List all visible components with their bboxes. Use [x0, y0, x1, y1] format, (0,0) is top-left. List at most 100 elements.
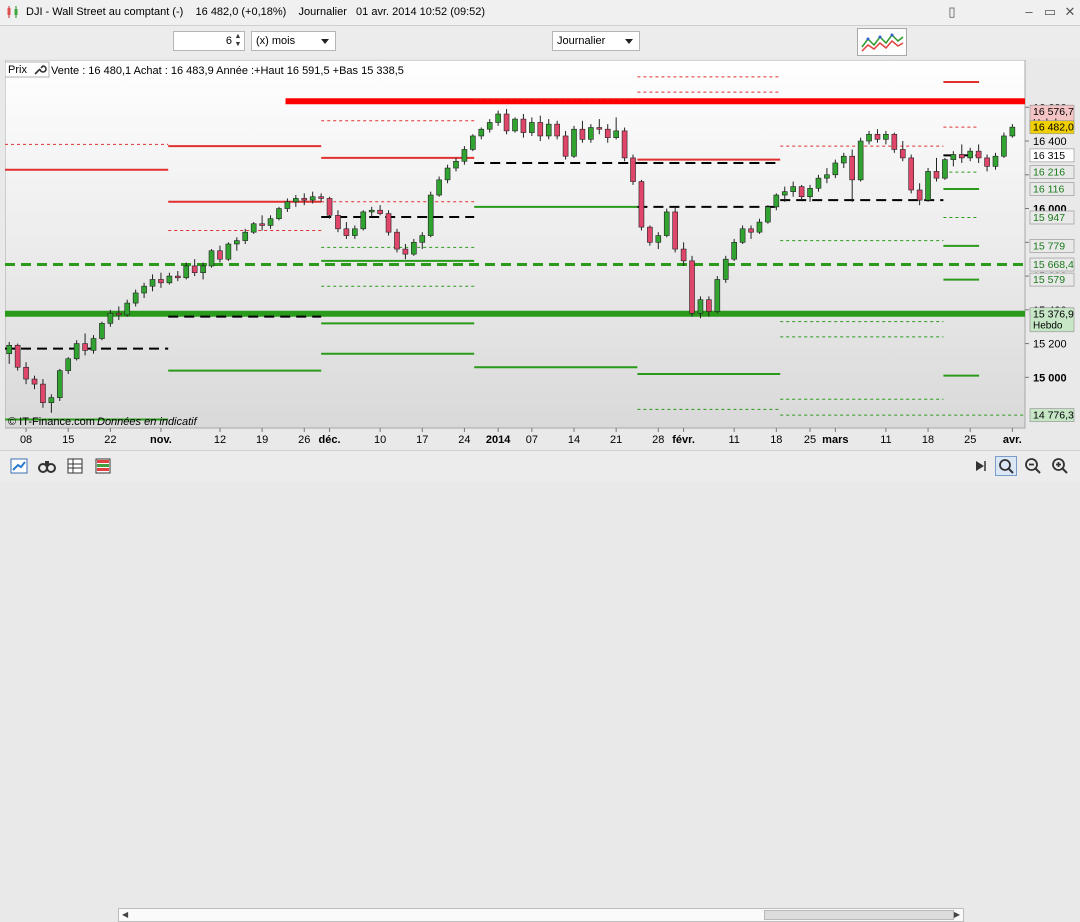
value-tag: 16 315: [1029, 148, 1075, 163]
svg-text:15 947: 15 947: [1033, 212, 1065, 224]
candle: [765, 205, 771, 224]
color-table-icon[interactable]: [94, 457, 112, 475]
svg-text:15 668,4: 15 668,4: [1033, 259, 1074, 271]
candle: [630, 154, 636, 185]
candle: [621, 127, 628, 162]
y-tick-label: 15 000: [1033, 372, 1067, 384]
scroll-right-icon[interactable]: ▶: [954, 910, 960, 919]
restore-button[interactable]: ▭: [1042, 4, 1058, 20]
price-chart[interactable]: 15 00015 20015 40015 60015 80016 00016 2…: [4, 59, 1075, 450]
candle: [276, 206, 282, 221]
x-tick-label: 21: [610, 434, 622, 446]
x-tick-label: 26: [298, 434, 310, 446]
x-tick-label: 18: [922, 434, 934, 446]
candle: [672, 206, 678, 253]
indicators-button[interactable]: [857, 28, 907, 56]
svg-text:Hebdo: Hebdo: [1033, 321, 1063, 332]
value-tag: 15 376,9Hebdo: [1029, 307, 1075, 333]
toolbar: [0, 26, 1080, 58]
value-tag: 15 947: [1029, 210, 1075, 225]
candle: [1001, 132, 1007, 158]
candle: [470, 134, 476, 152]
x-tick-label: 24: [458, 434, 470, 446]
x-tick-label: 25: [804, 434, 816, 446]
candle: [942, 157, 948, 180]
disclaimer-text: Données en indicatif: [97, 416, 198, 428]
x-tick-label: 12: [214, 434, 226, 446]
scroll-left-icon[interactable]: ◀: [122, 910, 128, 919]
candle: [225, 242, 232, 261]
value-tag: 15 668,4: [1029, 257, 1075, 272]
x-tick-label: 07: [526, 434, 538, 446]
chevron-down-icon: [625, 39, 633, 44]
value-tag: 14 776,3: [1029, 408, 1075, 422]
value-tag: 15 779: [1029, 239, 1075, 253]
svg-text:16 482,0: 16 482,0: [1033, 122, 1074, 134]
candle: [250, 222, 257, 234]
stepper-arrows-icon[interactable]: ▲ ▼: [233, 33, 243, 49]
candle: [99, 321, 105, 341]
minimize-button[interactable]: –: [1021, 4, 1037, 20]
play-forward-icon[interactable]: [974, 457, 986, 475]
value-tag: 15 579: [1029, 272, 1075, 287]
x-tick-label: 22: [104, 434, 116, 446]
x-tick-label: déc.: [319, 434, 341, 446]
period-stepper[interactable]: 6 ▲ ▼: [173, 31, 245, 51]
y-tick-label: 15 200: [1033, 339, 1067, 351]
candle: [385, 210, 392, 236]
x-tick-label: 11: [880, 434, 891, 446]
candle: [14, 343, 21, 371]
timeframe-select[interactable]: Journalier: [552, 31, 640, 51]
svg-text:14 776,3: 14 776,3: [1033, 410, 1074, 422]
candle: [571, 125, 577, 158]
period-unit-select[interactable]: (x) mois: [251, 31, 336, 51]
quote-line: Vente : 16 480,1 Achat : 16 483,9 Année …: [51, 65, 404, 77]
plot-background: [4, 59, 1026, 429]
candle: [663, 208, 670, 238]
x-tick-label: nov.: [150, 434, 172, 446]
value-tag: 16 482,0: [1029, 120, 1075, 135]
candle: [908, 154, 914, 194]
svg-text:15 779: 15 779: [1033, 240, 1065, 252]
x-tick-label: 08: [20, 434, 32, 446]
candle: [208, 249, 215, 268]
candle: [427, 191, 434, 238]
candle: [925, 168, 931, 202]
x-tick-label: 19: [256, 434, 268, 446]
title-bar: DJI - Wall Street au comptant (-) 16 482…: [0, 0, 1080, 26]
horizontal-scrollbar[interactable]: ◀ ▶: [118, 908, 964, 922]
svg-text:15 376,9: 15 376,9: [1033, 309, 1074, 321]
x-tick-label: 11: [728, 434, 739, 446]
binoculars-icon[interactable]: [38, 457, 56, 475]
x-tick-label: 25: [964, 434, 976, 446]
zoom-out-icon[interactable]: [1024, 457, 1042, 475]
period-value: 6: [225, 35, 232, 47]
svg-text:15 579: 15 579: [1033, 274, 1065, 286]
zoom-fit-icon[interactable]: [995, 456, 1017, 476]
candle: [360, 210, 367, 231]
candle: [722, 255, 729, 283]
candle: [512, 117, 518, 133]
x-tick-label: 14: [568, 434, 580, 446]
candle: [56, 368, 63, 401]
zoom-in-icon[interactable]: [1051, 457, 1069, 475]
pin-icon[interactable]: ▯: [944, 4, 960, 20]
candle: [857, 137, 864, 182]
svg-text:16 315: 16 315: [1033, 150, 1065, 162]
candle: [394, 228, 400, 253]
x-tick-label: 10: [374, 434, 386, 446]
chevron-down-icon: [321, 39, 329, 44]
period-unit-value: (x) mois: [256, 35, 296, 47]
chart-arrow-icon[interactable]: [10, 457, 28, 475]
candle: [731, 238, 737, 261]
x-tick-label: avr.: [1003, 434, 1022, 446]
x-tick-label: 18: [770, 434, 782, 446]
grid-table-icon[interactable]: [66, 457, 84, 475]
scrollbar-thumb[interactable]: [764, 910, 954, 920]
x-tick-label: 17: [416, 434, 428, 446]
x-tick-label: févr.: [672, 434, 695, 446]
x-tick-label: 2014: [486, 434, 511, 446]
svg-text:16 576,7: 16 576,7: [1033, 106, 1074, 118]
candle: [326, 196, 333, 219]
close-button[interactable]: ✕: [1062, 4, 1078, 20]
